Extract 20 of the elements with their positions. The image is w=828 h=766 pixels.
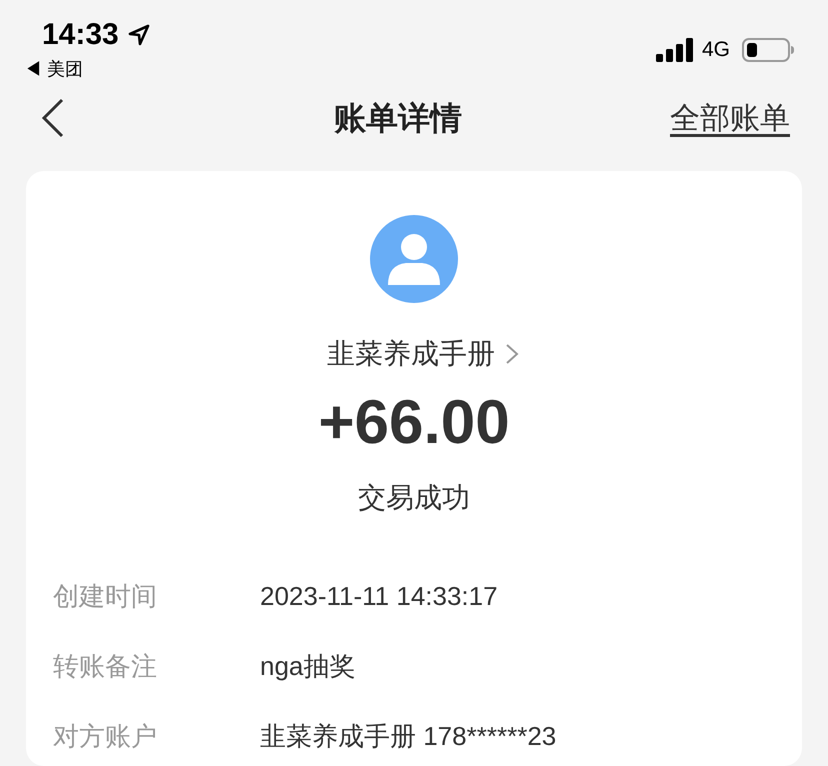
detail-label: 创建时间 [53, 580, 158, 613]
battery-icon [742, 38, 794, 62]
transaction-status: 交易成功 [358, 481, 470, 516]
avatar-icon [370, 215, 458, 304]
detail-label: 对方账户 [53, 720, 158, 753]
back-to-app-link[interactable]: ◀ 美团 [24, 56, 151, 83]
chevron-right-icon[interactable] [505, 343, 519, 366]
detail-value: nga抽奖 [260, 650, 356, 683]
signal-icon [656, 38, 694, 62]
all-bills-link[interactable]: 全部账单 [670, 96, 790, 141]
detail-value: 2023-11-11 14:33:17 [260, 580, 498, 613]
location-arrow-icon [126, 23, 151, 47]
page-title: 账单详情 [334, 99, 462, 138]
detail-value: 韭菜养成手册 178******23 [260, 720, 556, 753]
amount: +66.00 [318, 387, 510, 460]
payee-name[interactable]: 韭菜养成手册 [327, 333, 495, 376]
status-time: 14:33 [42, 17, 119, 53]
detail-label: 转账备注 [53, 650, 158, 683]
back-icon[interactable] [40, 98, 66, 138]
network-label: 4G [702, 37, 730, 64]
